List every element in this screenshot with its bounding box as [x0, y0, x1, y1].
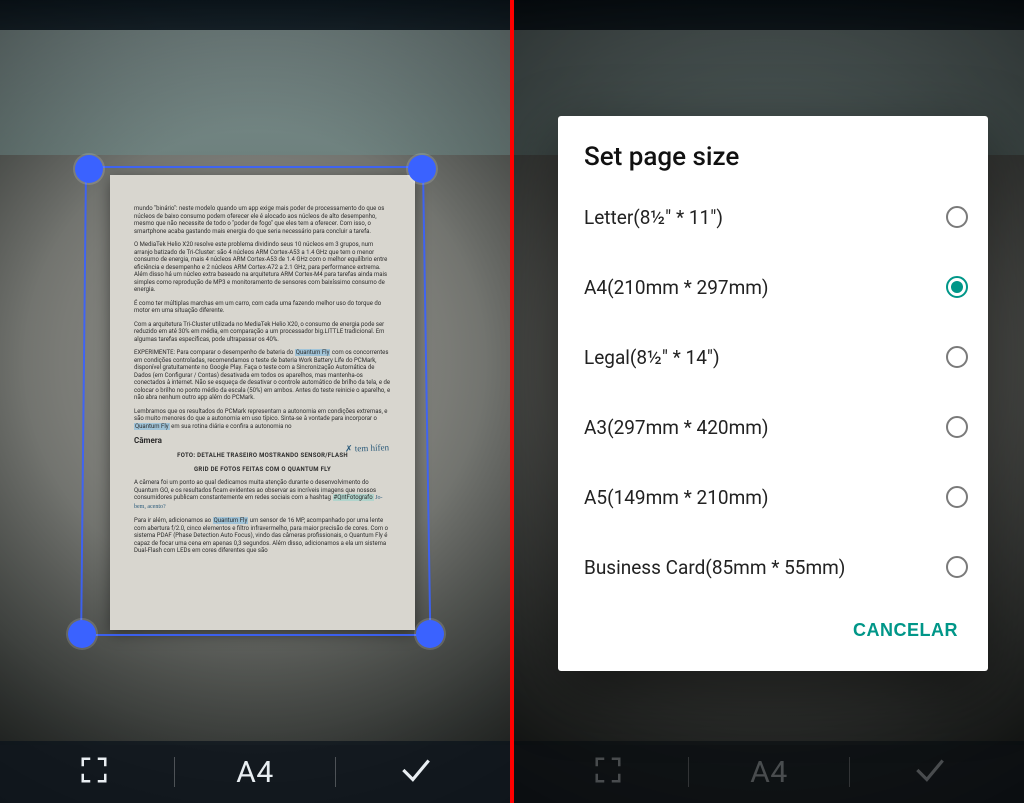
page-size-option[interactable]: A5(149mm * 210mm) — [558, 462, 988, 532]
radio-icon[interactable] — [946, 486, 968, 508]
fullscreen-icon[interactable] — [79, 755, 109, 789]
option-label: Letter(8½" * 11") — [584, 206, 723, 229]
cancel-button[interactable]: CANCELAR — [841, 610, 970, 651]
radio-icon[interactable] — [946, 276, 968, 298]
option-label: A3(297mm * 420mm) — [584, 416, 769, 439]
page-size-screen: A4 Set page size Letter(8½" * 11")A4(210… — [514, 0, 1024, 803]
radio-icon[interactable] — [946, 346, 968, 368]
doc-paragraph: Lembramos que os resultados do PCMark re… — [134, 408, 391, 431]
page-size-option[interactable]: Letter(8½" * 11") — [558, 182, 988, 252]
doc-paragraph: É como ter múltiplas marchas em um carro… — [134, 300, 391, 315]
crop-screen: mundo "binário": neste modelo quando um … — [0, 0, 510, 803]
doc-paragraph: mundo "binário": neste modelo quando um … — [134, 205, 391, 235]
option-label: Legal(8½" * 14") — [584, 346, 720, 369]
bottom-toolbar: A4 — [0, 741, 510, 803]
page-size-dialog: Set page size Letter(8½" * 11") A4(210mm … — [558, 116, 988, 671]
radio-icon[interactable] — [946, 556, 968, 578]
option-label: A5(149mm * 210mm) — [584, 486, 769, 509]
doc-paragraph: Com a arquitetura Tri-Cluster utilizada … — [134, 321, 391, 344]
page-size-label: A4 — [236, 755, 273, 790]
page-size-button[interactable]: A4 — [175, 755, 335, 790]
confirm-icon[interactable] — [397, 751, 435, 793]
radio-icon[interactable] — [946, 416, 968, 438]
doc-paragraph: EXPERIMENTE: Para comparar o desempenho … — [134, 349, 391, 402]
radio-icon[interactable] — [946, 206, 968, 228]
page-size-option[interactable]: A3(297mm * 420mm) — [558, 392, 988, 462]
page-size-option[interactable]: A4(210mm * 297mm) — [558, 252, 988, 322]
option-label: Business Card(85mm * 55mm) — [584, 556, 845, 579]
doc-paragraph: A câmera foi um ponto ao qual dedicamos … — [134, 479, 391, 511]
doc-paragraph: Para ir além, adicionamos ao Quantum Fly… — [134, 517, 391, 555]
page-size-option[interactable]: Legal(8½" * 14") — [558, 322, 988, 392]
handwriting-annotation: ✗ tem hífen — [345, 442, 389, 455]
doc-paragraph: O MediaTek Helio X20 resolve este proble… — [134, 241, 391, 294]
page-size-option[interactable]: Business Card(85mm * 55mm) — [558, 532, 988, 602]
option-label: A4(210mm * 297mm) — [584, 276, 769, 299]
doc-subheading: GRID DE FOTOS FEITAS COM O QUANTUM FLY — [134, 466, 391, 474]
scanned-page: mundo "binário": neste modelo quando um … — [110, 175, 415, 630]
dialog-title: Set page size — [558, 142, 988, 182]
